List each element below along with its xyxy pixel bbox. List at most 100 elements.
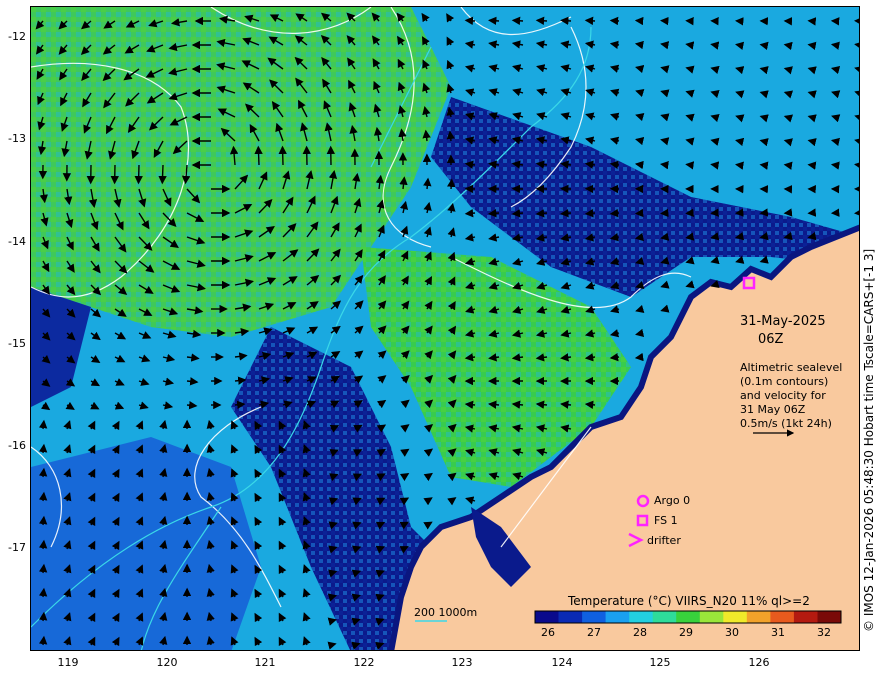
velocity-arrow: [759, 114, 769, 123]
velocity-arrow: [38, 467, 48, 478]
colorbar-segment: [817, 611, 842, 623]
velocity-arrow: [488, 16, 500, 25]
velocity-arrow: [807, 114, 817, 123]
altimetry-note: (0.1m contours): [740, 375, 829, 388]
velocity-arrow: [830, 137, 841, 147]
lat-tick: -15: [8, 337, 26, 350]
velocity-arrow: [464, 208, 476, 218]
colorbar-segment: [558, 611, 583, 623]
velocity-arrow: [807, 138, 817, 147]
velocity-arrow: [38, 539, 48, 550]
isobath-legend-label: 200 1000m: [414, 606, 478, 619]
colorbar-tick: 28: [633, 626, 647, 639]
lon-tick: 122: [353, 656, 375, 669]
altimetry-note: and velocity for: [740, 389, 826, 402]
velocity-arrow: [38, 515, 48, 526]
lon-tick: 120: [156, 656, 178, 669]
velocity-arrow: [660, 161, 669, 170]
velocity-arrow: [735, 66, 745, 75]
colorbar-segment: [723, 611, 748, 623]
velocity-arrow: [134, 164, 143, 185]
velocity-arrow: [38, 635, 48, 646]
lat-tick: -16: [8, 439, 26, 452]
velocity-arrow: [830, 41, 840, 50]
colorbar-tick: 30: [725, 626, 739, 639]
velocity-arrow: [609, 208, 620, 218]
colorbar-tick: 29: [679, 626, 693, 639]
velocity-arrow: [854, 161, 859, 170]
velocity-arrow: [685, 161, 695, 170]
velocity-arrow: [831, 90, 841, 99]
velocity-arrow: [511, 209, 524, 218]
velocity-arrow: [609, 352, 620, 362]
velocity-arrow: [535, 209, 548, 218]
lat-tick: -17: [8, 541, 26, 554]
velocity-arrow: [560, 209, 572, 218]
velocity-arrow: [584, 400, 596, 409]
velocity-arrow: [783, 138, 793, 147]
velocity-arrow: [710, 161, 720, 170]
map-panel[interactable]: [30, 6, 860, 651]
velocity-arrow: [38, 587, 48, 598]
velocity-arrow: [38, 611, 48, 622]
lon-tick: 121: [254, 656, 276, 669]
velocity-arrow: [423, 177, 432, 190]
velocity-arrow: [38, 443, 48, 454]
colorbar-tick: 27: [587, 626, 601, 639]
velocity-arrow: [685, 137, 695, 146]
velocity-arrow: [685, 232, 695, 241]
legend-drifter-label: drifter: [647, 534, 681, 547]
cool-water-sw: [31, 437, 261, 650]
colorbar-segment: [605, 611, 630, 623]
velocity-arrow: [759, 90, 769, 99]
velocity-arrow: [710, 232, 720, 241]
velocity-arrow: [560, 400, 572, 409]
lon-tick: 125: [649, 656, 671, 669]
velocity-arrow: [710, 90, 720, 99]
velocity-arrow: [38, 491, 48, 502]
lon-tick: 124: [551, 656, 573, 669]
colorbar-segment: [699, 611, 724, 623]
velocity-arrow: [807, 66, 817, 75]
map-date: 31-May-2025: [740, 314, 826, 329]
velocity-arrow: [38, 563, 48, 574]
velocity-arrow: [854, 137, 859, 146]
colorbar-segment: [582, 611, 607, 623]
velocity-arrow: [158, 164, 167, 185]
map-time: 06Z: [758, 332, 784, 347]
velocity-arrow: [735, 114, 745, 123]
velocity-arrow: [854, 113, 859, 123]
velocity-arrow: [634, 160, 644, 170]
velocity-arrow: [831, 114, 841, 123]
velocity-arrow: [511, 16, 524, 25]
altimetry-note: 31 May 06Z: [740, 403, 806, 416]
velocity-arrow: [735, 90, 745, 99]
colorbar-segment: [770, 611, 795, 623]
velocity-arrow: [735, 255, 745, 264]
velocity-arrow: [759, 66, 769, 75]
velocity-arrow: [685, 41, 695, 50]
velocity-arrow: [234, 400, 246, 409]
altimetry-note: Altimetric sealevel: [740, 361, 843, 374]
velocity-arrow: [710, 137, 720, 146]
velocity-arrow: [735, 41, 745, 50]
altimetry-note: 0.5m/s (1kt 24h): [740, 417, 832, 430]
colorbar-tick: 31: [771, 626, 785, 639]
velocity-arrow: [535, 16, 548, 25]
colorbar-segment: [535, 611, 559, 623]
velocity-arrow: [783, 66, 793, 75]
velocity-arrow: [446, 130, 455, 142]
velocity-arrow: [783, 90, 794, 99]
velocity-arrow: [854, 41, 859, 50]
legend-fs-label: FS 1: [654, 514, 678, 527]
colorbar-title: Temperature (°C) VIIRS_N20 11% ql>=2: [568, 594, 810, 608]
colorbar-segment: [676, 611, 701, 623]
velocity-arrow: [830, 65, 841, 75]
velocity-arrow: [634, 16, 644, 26]
velocity-arrow: [447, 178, 456, 190]
velocity-arrow: [609, 16, 620, 26]
velocity-arrow: [710, 41, 720, 50]
velocity-arrow: [584, 16, 596, 26]
velocity-arrow: [560, 16, 572, 26]
velocity-arrow: [735, 232, 745, 241]
